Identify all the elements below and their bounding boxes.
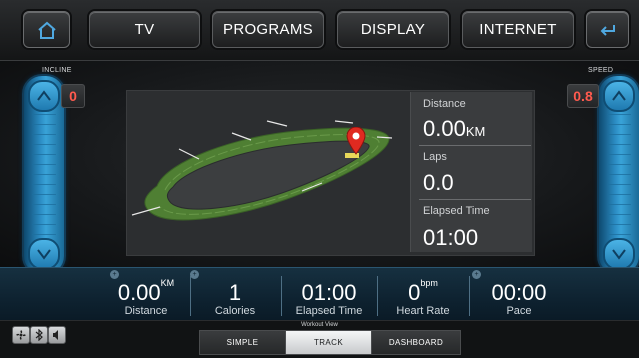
speaker-icon — [53, 330, 58, 340]
stat-calories-value: 1 — [228, 280, 242, 305]
bluetooth-icon — [35, 329, 43, 341]
stat-elapsed-value: 01:00 — [301, 280, 357, 305]
view-tab-simple-label: SIMPLE — [226, 338, 259, 347]
view-tab-simple[interactable]: SIMPLE — [199, 330, 286, 355]
incline-value: 0 — [61, 84, 85, 108]
fan-icon — [16, 330, 26, 340]
speed-down-button[interactable] — [603, 238, 635, 270]
speed-label: SPEED — [588, 67, 614, 74]
tab-tv-label: TV — [134, 21, 155, 38]
stat-elapsed-time: 01:00 Elapsed Time — [284, 268, 374, 321]
stat-heart-rate-value: 0bpm — [380, 278, 466, 306]
arrow-up-icon — [37, 90, 51, 101]
incline-slider[interactable] — [22, 74, 66, 276]
view-tab-dashboard[interactable]: DASHBOARD — [371, 330, 461, 355]
stat-heart-rate-number: 0 — [408, 280, 421, 305]
incline-scale — [32, 114, 56, 236]
incline-label: INCLINE — [42, 67, 72, 74]
stat-calories-label: Calories — [214, 305, 256, 317]
back-arrow-icon — [600, 24, 615, 36]
tab-display[interactable]: DISPLAY — [337, 11, 449, 48]
speed-scale — [607, 114, 631, 236]
bluetooth-button[interactable] — [30, 326, 48, 344]
track-graphic — [131, 120, 393, 221]
view-tab-track[interactable]: TRACK — [285, 330, 372, 355]
info-distance-unit: KM — [465, 124, 486, 139]
stat-divider — [469, 276, 470, 316]
info-distance-label: Distance — [423, 98, 466, 110]
home-button[interactable] — [23, 11, 70, 48]
stat-distance-number: 0.00 — [117, 280, 161, 305]
tab-programs[interactable]: PROGRAMS — [212, 11, 324, 48]
incline-down-button[interactable] — [28, 238, 60, 270]
stat-distance-label: Distance — [124, 305, 168, 317]
stat-distance: 0.00KM Distance — [102, 268, 190, 321]
incline-up-button[interactable] — [28, 80, 60, 112]
stat-distance-unit: KM — [160, 278, 175, 288]
tab-programs-label: PROGRAMS — [223, 21, 313, 38]
workout-view-caption: Workout View — [301, 322, 338, 328]
stat-distance-value: 0.00KM — [102, 278, 190, 306]
info-divider — [419, 145, 531, 146]
home-icon — [37, 21, 56, 39]
stat-pace-value: 00:00 — [491, 280, 547, 305]
back-button[interactable] — [586, 11, 629, 48]
arrow-down-icon — [37, 249, 51, 260]
tab-display-label: DISPLAY — [360, 21, 426, 38]
stat-heart-rate-unit: bpm — [420, 278, 438, 288]
info-distance-value: 0.00KM — [423, 116, 485, 142]
info-divider — [419, 199, 531, 200]
arrow-down-icon — [612, 249, 626, 260]
top-navigation-bar: TV PROGRAMS DISPLAY INTERNET — [0, 0, 639, 61]
speed-value: 0.8 — [567, 84, 599, 108]
stat-pace-label: Pace — [506, 305, 532, 317]
info-laps-label: Laps — [423, 151, 447, 163]
info-elapsed-label: Elapsed Time — [423, 205, 490, 217]
track-info-card: Distance 0.00KM Laps 0.0 Elapsed Time 01… — [410, 92, 532, 252]
info-laps-value: 0.0 — [423, 170, 454, 195]
speed-up-button[interactable] — [603, 80, 635, 112]
info-elapsed-value: 01:00 — [423, 225, 479, 250]
view-tab-dashboard-label: DASHBOARD — [388, 338, 444, 347]
bottom-bar: Workout View SIMPLE TRACK DASHBOARD — [0, 320, 639, 358]
location-pin-icon — [346, 127, 366, 155]
stat-divider — [190, 276, 191, 316]
stats-bar: + 0.00KM Distance + 1 Calories 01:00 Ela… — [0, 267, 639, 321]
stat-divider — [377, 276, 378, 316]
stat-calories: 1 Calories — [196, 268, 274, 321]
stat-heart-rate-label: Heart Rate — [396, 305, 450, 317]
info-distance-number: 0.00 — [423, 116, 466, 141]
stat-elapsed-label: Elapsed Time — [295, 305, 363, 317]
stat-heart-rate: 0bpm Heart Rate — [380, 268, 466, 321]
view-tab-track-label: TRACK — [313, 338, 344, 347]
tab-tv[interactable]: TV — [89, 11, 200, 48]
stat-divider — [281, 276, 282, 316]
tab-internet-label: INTERNET — [479, 21, 557, 38]
stat-pace: 00:00 Pace — [474, 268, 564, 321]
volume-button[interactable] — [48, 326, 66, 344]
tab-internet[interactable]: INTERNET — [462, 11, 574, 48]
fan-button[interactable] — [12, 326, 30, 344]
speed-slider[interactable] — [597, 74, 639, 276]
arrow-up-icon — [612, 90, 626, 101]
